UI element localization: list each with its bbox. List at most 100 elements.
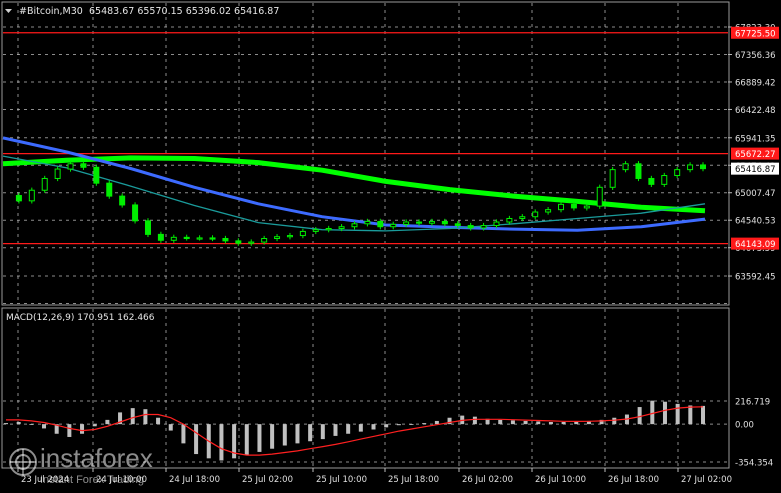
watermark-tagline: Instant Forex Trading <box>40 474 144 486</box>
candle-body <box>648 177 655 185</box>
macd-histogram-bar <box>498 419 503 425</box>
candle-body <box>222 238 229 242</box>
macd-histogram-bar <box>29 424 34 425</box>
candle-body <box>286 235 293 238</box>
candle-body <box>454 223 461 227</box>
candle-body <box>441 220 448 225</box>
macd-histogram-bar <box>4 423 8 425</box>
triangle-down-icon[interactable] <box>5 9 12 13</box>
macd-histogram-bar <box>16 422 21 425</box>
macd-histogram-bar <box>371 424 376 430</box>
candle-body <box>144 220 151 235</box>
candle-body <box>209 237 216 240</box>
candle-body <box>506 217 513 223</box>
macd-histogram-bar <box>561 422 566 425</box>
macd-histogram-bar <box>688 405 693 425</box>
candle-body <box>157 233 164 241</box>
time-axis-label: 26 Jul 18:00 <box>608 475 659 485</box>
candle-body <box>480 225 487 229</box>
macd-histogram-bar <box>257 424 262 452</box>
macd-histogram-bar <box>358 424 363 432</box>
macd-histogram-bar <box>637 407 642 425</box>
macd-histogram-bar <box>384 424 389 428</box>
price-axis-label: 63592.45 <box>735 273 776 283</box>
macd-histogram-bar <box>650 400 655 425</box>
macd-histogram-bar <box>282 424 287 446</box>
price-axis-label: 67356.36 <box>735 51 776 61</box>
candle-body <box>312 229 319 232</box>
symbol-label: #Bitcoin,M30 <box>19 6 83 17</box>
macd-histogram-bar <box>320 424 325 440</box>
time-axis-label: 25 Jul 02:00 <box>242 475 293 485</box>
candle-body <box>403 221 410 225</box>
candle-body <box>377 220 384 228</box>
macd-histogram-bar <box>308 424 313 442</box>
candle-body <box>351 223 358 228</box>
candle-body <box>545 209 552 213</box>
time-axis-label: 24 Jul 18:00 <box>169 475 220 485</box>
candle-body <box>674 169 681 177</box>
candle-body <box>609 169 616 188</box>
time-axis-label: 25 Jul 18:00 <box>388 475 439 485</box>
price-axis-label: 65007.47 <box>735 189 776 199</box>
macd-histogram-bar <box>523 420 528 425</box>
chart-svg[interactable]: 67823.3067356.3666889.4266422.4865941.35… <box>0 0 781 489</box>
macd-histogram-bar <box>143 409 148 425</box>
price-tag-label: 64143.09 <box>735 240 776 250</box>
macd-histogram-bar <box>219 424 224 461</box>
candle-body <box>183 236 190 240</box>
price-axis-label: 65941.35 <box>735 134 776 144</box>
macd-histogram-bar <box>409 424 414 425</box>
candle-body <box>67 163 74 170</box>
macd-histogram-bar <box>168 424 173 431</box>
macd-histogram-bar <box>130 408 135 425</box>
candle-body <box>583 205 590 209</box>
candle-body <box>519 216 526 219</box>
candle-body <box>15 195 22 202</box>
candle-body <box>41 177 48 191</box>
candle-body <box>596 186 603 207</box>
macd-histogram-bar <box>194 424 199 455</box>
macd-histogram-bar <box>701 405 705 425</box>
time-axis-label: 26 Jul 02:00 <box>462 475 513 485</box>
price-tag-label: 65672.27 <box>735 150 776 160</box>
candle-body <box>558 203 565 211</box>
candle-body <box>416 221 423 224</box>
macd-histogram-bar <box>548 422 553 425</box>
candle-body <box>196 237 203 240</box>
macd-axis: 216.719 0.00 -354.354 <box>735 398 773 469</box>
candle-body <box>570 203 577 209</box>
macd-axis-label: 0.00 <box>735 421 754 431</box>
macd-histogram-bar <box>67 424 72 437</box>
candle-body <box>248 241 255 244</box>
macd-histogram-bar <box>244 424 249 456</box>
macd-histogram-bar <box>333 424 338 436</box>
candle-body <box>261 238 268 243</box>
price-tag-label: 67725.50 <box>735 29 776 39</box>
instaforex-logo-icon <box>9 448 37 476</box>
price-axis-label: 64540.53 <box>735 217 776 227</box>
watermark-brand: instaforex <box>40 443 153 473</box>
candle-body <box>687 164 694 171</box>
macd-histogram-bar <box>270 424 275 449</box>
candle-body <box>28 189 35 202</box>
macd-histogram-bar <box>662 401 667 425</box>
candle-body <box>93 166 100 184</box>
time-axis-label: 25 Jul 10:00 <box>316 475 367 485</box>
macd-histogram-bar <box>612 417 617 425</box>
candle-body <box>532 211 539 218</box>
candle-body <box>661 175 668 185</box>
macd-histogram-bar <box>156 417 161 425</box>
candle-body <box>428 220 435 224</box>
chart-grid <box>3 3 728 467</box>
macd-histogram-bar <box>675 403 680 425</box>
candle-body <box>390 223 397 228</box>
price-tag-label: 65416.87 <box>735 165 776 175</box>
macd-histogram-bar <box>422 423 427 425</box>
macd-histogram-bar <box>396 424 401 426</box>
macd-histogram-bar <box>510 420 515 425</box>
macd-histogram-bar <box>346 424 351 434</box>
candle-body <box>54 168 61 179</box>
candle-body <box>622 163 629 171</box>
macd-histogram-bar <box>472 416 477 425</box>
